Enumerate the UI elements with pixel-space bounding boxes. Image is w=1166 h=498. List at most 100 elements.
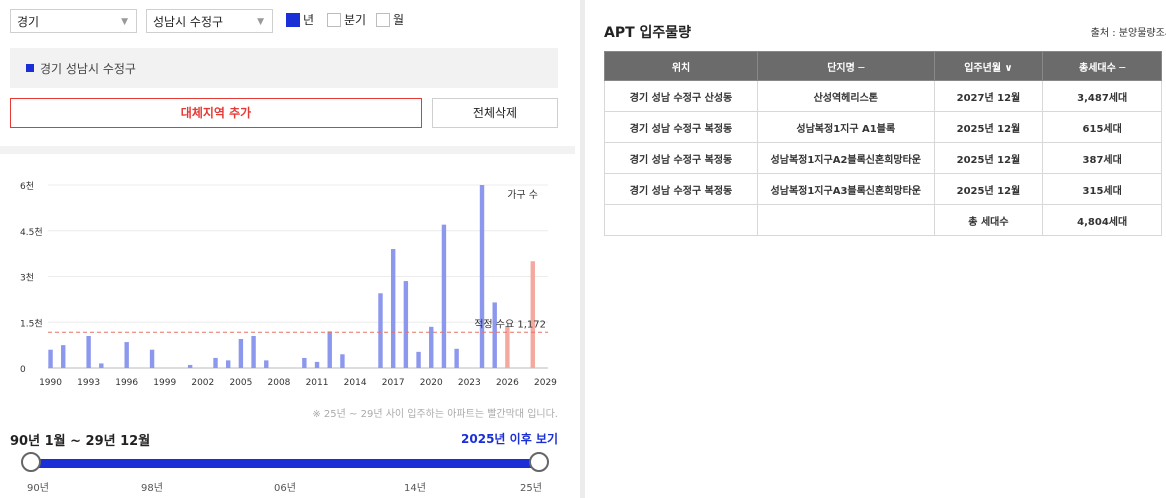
bar <box>378 293 383 368</box>
column-header-complex[interactable]: 단지명 ─ <box>757 51 935 81</box>
period-year-checkbox[interactable]: 년 <box>286 12 314 28</box>
range-slider-end-handle[interactable] <box>529 452 549 472</box>
slider-tick-label: 98년 <box>141 483 163 494</box>
chevron-down-icon: ▼ <box>257 17 264 27</box>
cell-households: 615세대 <box>1042 111 1162 143</box>
x-tick-label: 2026 <box>496 378 519 388</box>
bar <box>314 361 320 368</box>
table-row[interactable]: 경기 성남 수정구 산성동 산성역헤리스톤 2027년 12월 3,487세대 <box>603 80 1162 112</box>
bar <box>124 342 129 368</box>
cell-move-in: 2025년 12월 <box>933 142 1044 174</box>
bar <box>327 331 332 368</box>
x-tick-label: 1996 <box>115 378 138 388</box>
x-tick-label: 2017 <box>382 378 405 388</box>
section-divider <box>0 146 575 154</box>
x-tick-label: 1993 <box>77 378 100 388</box>
bar <box>61 345 66 368</box>
bar <box>238 339 244 368</box>
total-label: 총 세대수 <box>933 204 1044 236</box>
cell-move-in: 2025년 12월 <box>933 111 1044 143</box>
cell-location: 경기 성남 수정구 복정동 <box>603 142 759 174</box>
y-tick-label: 0 <box>20 365 26 375</box>
cell-complex: 성남복정1지구A2블록신혼희망타운 <box>757 142 935 174</box>
column-header-households[interactable]: 총세대수 ─ <box>1042 51 1162 81</box>
cell-move-in: 2027년 12월 <box>933 80 1044 112</box>
table-total-row: 총 세대수 4,804세대 <box>603 204 1162 236</box>
cell-households: 387세대 <box>1042 142 1162 174</box>
delete-all-button[interactable]: 전체삭제 <box>432 98 558 128</box>
range-slider-start-handle[interactable] <box>21 452 41 472</box>
city-value: 성남시 수정구 <box>153 15 224 29</box>
province-value: 경기 <box>17 15 40 29</box>
bar <box>86 335 91 368</box>
x-tick-label: 2023 <box>458 378 481 388</box>
cell-empty <box>757 204 935 236</box>
region-label: 경기 성남시 수정구 <box>40 62 136 76</box>
cell-complex: 산성역헤리스톤 <box>757 80 935 112</box>
legend-label: 가구 수 <box>507 189 538 201</box>
table-row[interactable]: 경기 성남 수정구 복정동 성남복정1지구A2블록신혼희망타운 2025년 12… <box>603 142 1162 174</box>
table-header-row: 위치 단지명 ─ 입주년월 ∨ 총세대수 ─ <box>603 51 1162 81</box>
range-slider-track[interactable] <box>30 459 540 468</box>
bar <box>187 364 193 368</box>
slider-tick-label: 90년 <box>27 483 49 494</box>
cell-complex: 성남복정1지구 A1블록 <box>757 111 935 143</box>
table-title: APT 입주물량 <box>604 25 692 41</box>
column-header-location[interactable]: 위치 <box>603 51 759 81</box>
x-tick-label: 2029 <box>534 378 557 388</box>
period-quarter-checkbox[interactable]: 분기 <box>327 12 366 28</box>
bar <box>403 281 409 368</box>
future-bar <box>530 261 535 368</box>
bar <box>454 348 459 368</box>
checkbox-box[interactable] <box>286 13 300 27</box>
bar <box>264 360 269 368</box>
period-month-checkbox[interactable]: 월 <box>376 12 404 28</box>
chart-note: ※ 25년 ~ 29년 사이 입주하는 아파트는 빨간막대 입니다. <box>312 409 558 420</box>
bar <box>492 302 497 368</box>
left-panel: 경기 ▼ 성남시 수정구 ▼ 년 분기 월 경기 성남시 수정구 대체지역 추가… <box>0 0 575 498</box>
cell-location: 경기 성남 수정구 산성동 <box>603 80 759 112</box>
x-tick-label: 2008 <box>268 378 291 388</box>
bar <box>99 363 104 368</box>
selected-region: 경기 성남시 수정구 <box>10 48 558 88</box>
province-select[interactable]: 경기 ▼ <box>10 9 137 33</box>
bar <box>48 349 53 368</box>
bar <box>251 335 256 368</box>
bar <box>149 349 155 368</box>
checkbox-box[interactable] <box>376 13 390 27</box>
x-tick-label: 1990 <box>39 378 62 388</box>
view-after-2025-link[interactable]: 2025년 이후 보기 <box>461 430 558 447</box>
square-bullet-icon <box>26 64 34 72</box>
x-tick-label: 2014 <box>344 378 367 388</box>
bar <box>479 185 485 368</box>
checkbox-box[interactable] <box>327 13 341 27</box>
table-row[interactable]: 경기 성남 수정구 복정동 성남복정1지구 A1블록 2025년 12월 615… <box>603 111 1162 143</box>
column-header-move-in[interactable]: 입주년월 ∨ <box>933 51 1044 81</box>
cell-households: 315세대 <box>1042 173 1162 205</box>
apt-supply-table: 위치 단지명 ─ 입주년월 ∨ 총세대수 ─ 경기 성남 수정구 산성동 산성역… <box>603 51 1162 236</box>
cell-move-in: 2025년 12월 <box>933 173 1044 205</box>
cell-location: 경기 성남 수정구 복정동 <box>603 173 759 205</box>
y-tick-label: 3천 <box>20 273 34 284</box>
x-tick-label: 1999 <box>153 378 176 388</box>
slider-tick-label: 25년 <box>520 483 542 494</box>
slider-tick-label: 06년 <box>274 483 296 494</box>
cell-complex: 성남복정1지구A3블록신혼희망타운 <box>757 173 935 205</box>
x-tick-label: 2002 <box>191 378 214 388</box>
supply-bar-chart: 0 1.5천 3천 4.5천 6천 1990 1993 1996 1999 2002 2005 200… <box>20 181 557 388</box>
cell-empty <box>603 204 759 236</box>
x-tick-label: 2011 <box>306 378 329 388</box>
bar <box>429 326 434 368</box>
bar <box>340 354 345 368</box>
x-tick-label: 2005 <box>229 378 252 388</box>
table-row[interactable]: 경기 성남 수정구 복정동 성남복정1지구A3블록신혼희망타운 2025년 12… <box>603 173 1162 205</box>
bar <box>226 360 231 368</box>
city-select[interactable]: 성남시 수정구 ▼ <box>146 9 273 33</box>
y-tick-label: 4.5천 <box>20 227 43 238</box>
future-bar <box>505 326 510 368</box>
add-alternative-region-button[interactable]: 대체지역 추가 <box>10 98 422 128</box>
bar <box>213 357 218 368</box>
cell-location: 경기 성남 수정구 복정동 <box>603 111 759 143</box>
bar <box>441 224 447 368</box>
panel-divider <box>580 0 585 498</box>
